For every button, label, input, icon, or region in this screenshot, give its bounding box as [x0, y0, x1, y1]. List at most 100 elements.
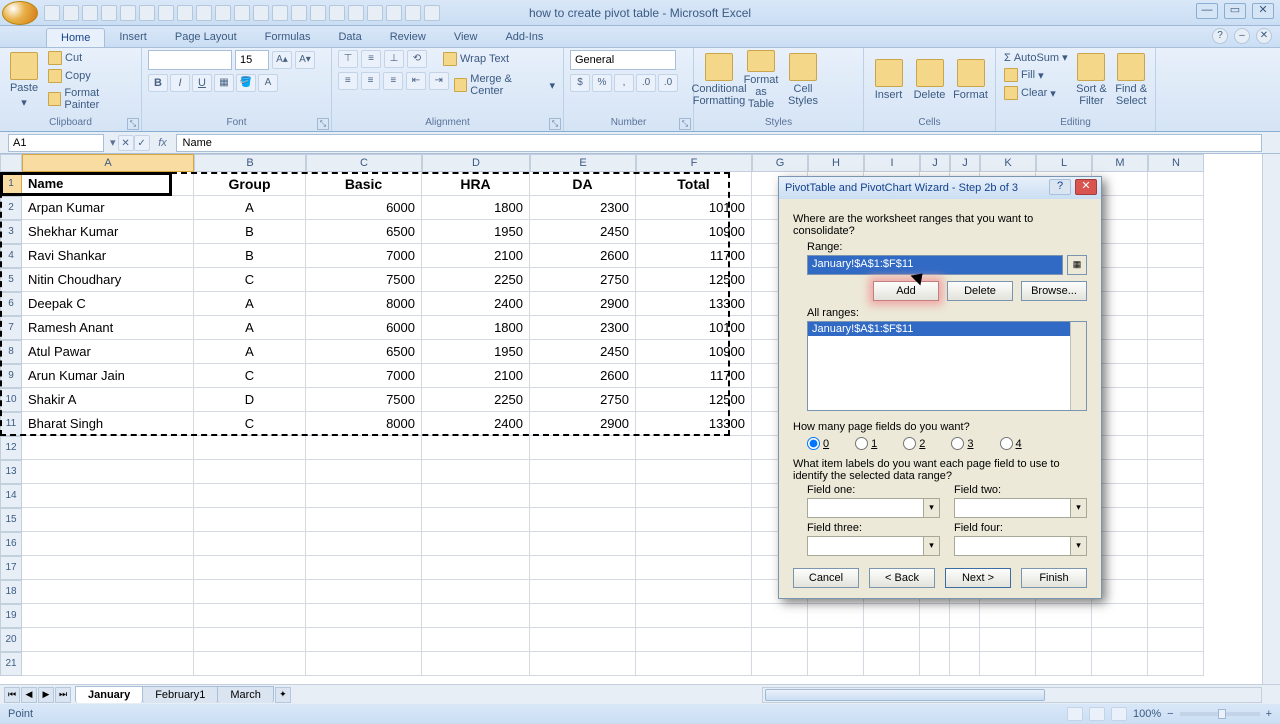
clear-button[interactable]: Clear▾: [1002, 85, 1070, 101]
delete-cells-button[interactable]: Delete: [911, 50, 948, 110]
name-box[interactable]: [8, 134, 104, 152]
row-header[interactable]: 1: [0, 172, 22, 196]
cell[interactable]: [530, 628, 636, 652]
cell[interactable]: [1148, 460, 1204, 484]
cell[interactable]: [22, 484, 194, 508]
cell[interactable]: [752, 652, 808, 676]
close-doc-icon[interactable]: ✕: [1256, 28, 1272, 44]
cell[interactable]: [636, 604, 752, 628]
qat-save-icon[interactable]: [44, 5, 60, 21]
cell[interactable]: 2900: [530, 292, 636, 316]
cell[interactable]: [194, 580, 306, 604]
pagefields-radio-0[interactable]: 0: [807, 437, 829, 450]
column-header[interactable]: K: [980, 154, 1036, 172]
cell[interactable]: B: [194, 220, 306, 244]
cell[interactable]: 2900: [530, 412, 636, 436]
cell[interactable]: 12500: [636, 388, 752, 412]
fill-color-button[interactable]: 🪣: [236, 74, 256, 92]
row-header[interactable]: 3: [0, 220, 22, 244]
qat-btn-icon[interactable]: [272, 5, 288, 21]
cell[interactable]: [1148, 316, 1204, 340]
cell[interactable]: [194, 508, 306, 532]
find-select-button[interactable]: Find & Select: [1113, 50, 1149, 110]
cell[interactable]: 1800: [422, 196, 530, 220]
cell[interactable]: 6500: [306, 220, 422, 244]
cell[interactable]: 7000: [306, 244, 422, 268]
cell[interactable]: 10900: [636, 220, 752, 244]
qat-btn-icon[interactable]: [310, 5, 326, 21]
cell[interactable]: [1148, 556, 1204, 580]
cell[interactable]: Nitin Choudhary: [22, 268, 194, 292]
row-header[interactable]: 14: [0, 484, 22, 508]
cell[interactable]: [1148, 628, 1204, 652]
align-bottom-icon[interactable]: ⊥: [384, 50, 404, 68]
field-one-combo[interactable]: ▾: [807, 498, 940, 518]
cell[interactable]: A: [194, 316, 306, 340]
cell[interactable]: [1148, 604, 1204, 628]
qat-btn-icon[interactable]: [367, 5, 383, 21]
indent-inc-icon[interactable]: ⇥: [429, 72, 449, 90]
cell[interactable]: [422, 436, 530, 460]
cell[interactable]: [950, 652, 980, 676]
cell[interactable]: 13300: [636, 412, 752, 436]
next-button[interactable]: Next >: [945, 568, 1011, 588]
back-button[interactable]: < Back: [869, 568, 935, 588]
qat-btn-icon[interactable]: [215, 5, 231, 21]
cell[interactable]: [864, 652, 920, 676]
view-layout-icon[interactable]: [1089, 707, 1105, 721]
font-size-combo[interactable]: [235, 50, 269, 70]
cell[interactable]: [530, 580, 636, 604]
qat-btn-icon[interactable]: [386, 5, 402, 21]
cell[interactable]: C: [194, 364, 306, 388]
column-header[interactable]: I: [864, 154, 920, 172]
qat-undo-icon[interactable]: [63, 5, 79, 21]
row-header[interactable]: 11: [0, 412, 22, 436]
cell[interactable]: [636, 460, 752, 484]
cell[interactable]: [1036, 628, 1092, 652]
cell[interactable]: [1148, 292, 1204, 316]
cell[interactable]: [530, 556, 636, 580]
cell[interactable]: [1092, 604, 1148, 628]
cell[interactable]: 2400: [422, 412, 530, 436]
cell[interactable]: [808, 652, 864, 676]
select-all-corner[interactable]: [0, 154, 22, 172]
cell[interactable]: [1148, 388, 1204, 412]
zoom-in-icon[interactable]: +: [1266, 708, 1272, 720]
cell[interactable]: [920, 628, 950, 652]
cell[interactable]: 10100: [636, 316, 752, 340]
sort-filter-button[interactable]: Sort & Filter: [1074, 50, 1110, 110]
cell[interactable]: [808, 604, 864, 628]
cell[interactable]: 6500: [306, 340, 422, 364]
cancel-button[interactable]: Cancel: [793, 568, 859, 588]
cell[interactable]: 1950: [422, 340, 530, 364]
cell[interactable]: 13300: [636, 292, 752, 316]
row-header[interactable]: 20: [0, 628, 22, 652]
cell[interactable]: 6000: [306, 196, 422, 220]
tab-insert[interactable]: Insert: [105, 28, 161, 47]
cell[interactable]: [22, 556, 194, 580]
cell[interactable]: [422, 484, 530, 508]
qat-redo-icon[interactable]: [82, 5, 98, 21]
tab-page-layout[interactable]: Page Layout: [161, 28, 251, 47]
column-header[interactable]: H: [808, 154, 864, 172]
orientation-icon[interactable]: ⟲: [407, 50, 427, 68]
row-header[interactable]: 19: [0, 604, 22, 628]
italic-button[interactable]: I: [170, 74, 190, 92]
cell[interactable]: [194, 604, 306, 628]
qat-btn-icon[interactable]: [329, 5, 345, 21]
cell[interactable]: 12500: [636, 268, 752, 292]
column-header[interactable]: J: [950, 154, 980, 172]
align-right-icon[interactable]: ≡: [383, 72, 403, 90]
cell[interactable]: 11700: [636, 364, 752, 388]
cell[interactable]: [306, 484, 422, 508]
cell[interactable]: [636, 628, 752, 652]
cell[interactable]: 1950: [422, 220, 530, 244]
range-ref-button[interactable]: ▦: [1067, 255, 1087, 275]
row-header[interactable]: 7: [0, 316, 22, 340]
cell[interactable]: [530, 508, 636, 532]
column-header[interactable]: N: [1148, 154, 1204, 172]
cell[interactable]: [1148, 532, 1204, 556]
shrink-font-icon[interactable]: A▾: [295, 51, 315, 69]
cell[interactable]: [1092, 652, 1148, 676]
cell[interactable]: [1036, 652, 1092, 676]
